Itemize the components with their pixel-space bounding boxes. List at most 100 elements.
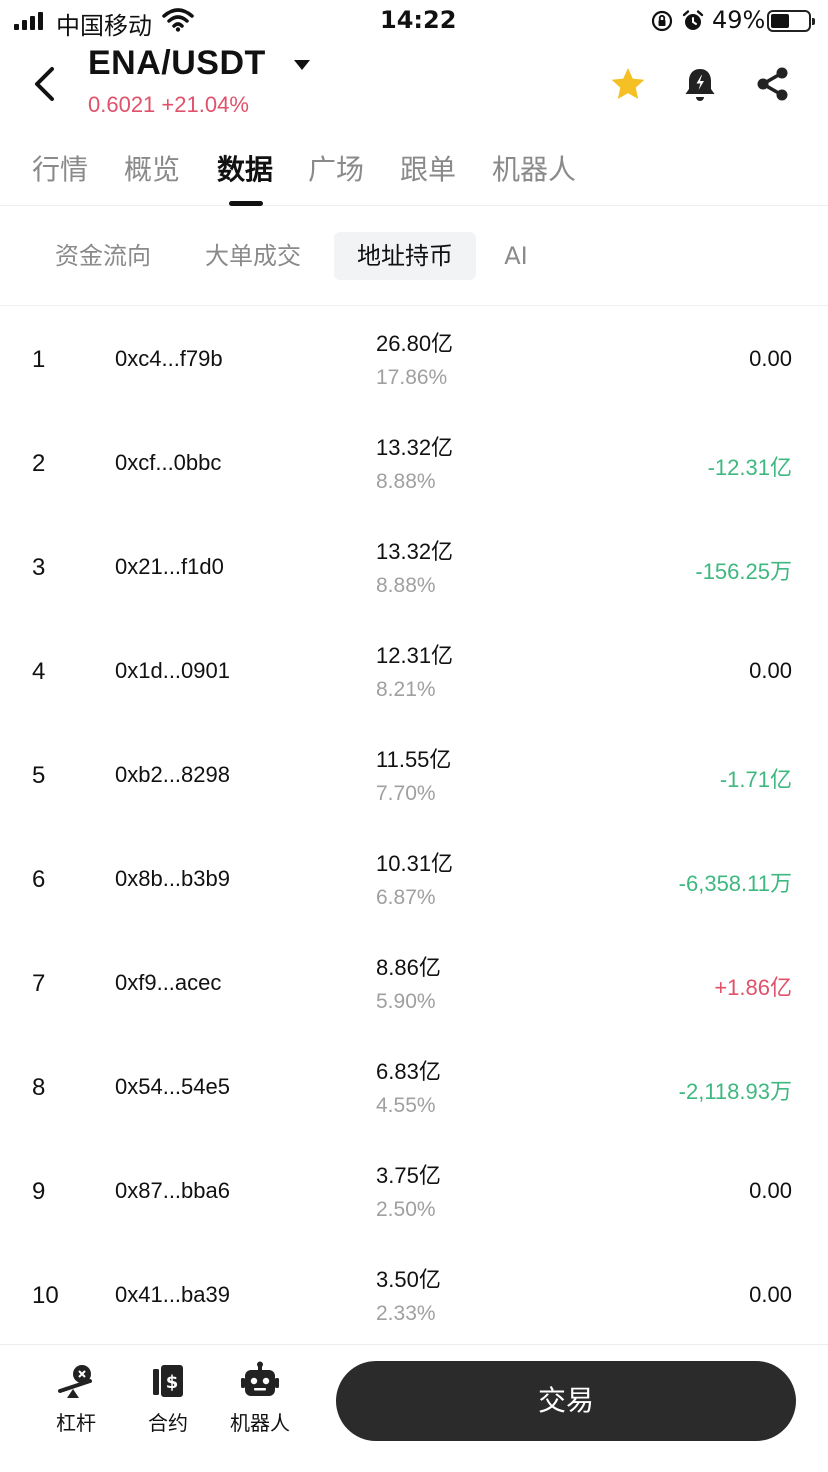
- leverage-icon: [58, 1365, 92, 1398]
- holder-share-percent: 17.86%: [376, 366, 448, 389]
- tab-overview[interactable]: 概览: [124, 148, 180, 188]
- holder-amount: 10.31亿: [376, 851, 454, 876]
- holder-share-percent: 8.21%: [376, 678, 436, 701]
- holder-row[interactable]: 5 0xb2...8298 11.55亿 7.70% -1.71亿: [0, 724, 828, 828]
- holder-row[interactable]: 3 0x21...f1d0 13.32亿 8.88% -156.25万: [0, 516, 828, 620]
- holder-row[interactable]: 1 0xc4...f79b 26.80亿 17.86% 0.00: [0, 308, 828, 412]
- tab-market[interactable]: 行情: [32, 148, 88, 188]
- holder-rank: 1: [32, 346, 46, 373]
- holder-amount: 12.31亿: [376, 643, 454, 668]
- price-change: +21.04%: [161, 92, 249, 117]
- holder-rank: 5: [32, 762, 46, 789]
- robot-icon: [241, 1361, 279, 1396]
- holder-rank: 9: [32, 1178, 46, 1205]
- holder-change: +1.86亿: [714, 975, 792, 1000]
- holder-amount: 3.50亿: [376, 1267, 441, 1292]
- tab-bots[interactable]: 机器人: [492, 148, 576, 188]
- holder-share-percent: 4.55%: [376, 1094, 436, 1117]
- battery-icon: [767, 10, 815, 32]
- holder-share-percent: 2.33%: [376, 1302, 436, 1325]
- holder-row[interactable]: 6 0x8b...b3b9 10.31亿 6.87% -6,358.11万: [0, 828, 828, 932]
- holder-address: 0x1d...0901: [115, 658, 230, 683]
- holder-change: 0.00: [749, 346, 792, 371]
- tab-data[interactable]: 数据: [217, 148, 273, 188]
- svg-text:$: $: [166, 1372, 179, 1393]
- holder-address: 0xcf...0bbc: [115, 450, 222, 475]
- holder-address: 0xf9...acec: [115, 970, 222, 995]
- contract-label: 合约: [148, 1411, 188, 1435]
- contract-button[interactable]: $ 合约: [122, 1361, 214, 1436]
- holder-address: 0x41...ba39: [115, 1282, 230, 1307]
- holder-change: 0.00: [749, 658, 792, 683]
- holder-share-percent: 6.87%: [376, 886, 436, 909]
- data-subtab-bar: 资金流向 大单成交 地址持币 AI: [0, 206, 828, 306]
- price-line: 0.6021 +21.04%: [88, 92, 249, 118]
- bots-button[interactable]: 机器人: [214, 1361, 306, 1436]
- trading-pair-title[interactable]: ENA/USDT: [88, 44, 266, 83]
- holder-row[interactable]: 9 0x87...bba6 3.75亿 2.50% 0.00: [0, 1140, 828, 1244]
- holder-rank: 4: [32, 658, 46, 685]
- holder-rank: 8: [32, 1074, 46, 1101]
- holder-address: 0x21...f1d0: [115, 554, 224, 579]
- last-price: 0.6021: [88, 92, 156, 117]
- trade-button[interactable]: 交易: [336, 1361, 796, 1441]
- status-bar: 中国移动 14:22 49%: [0, 0, 828, 44]
- signal-icon: [14, 12, 43, 30]
- holder-row[interactable]: 8 0x54...54e5 6.83亿 4.55% -2,118.93万: [0, 1036, 828, 1140]
- subtab-fund-flow[interactable]: 资金流向: [40, 232, 166, 280]
- holder-share-percent: 2.50%: [376, 1198, 436, 1221]
- holder-amount: 6.83亿: [376, 1059, 441, 1084]
- holder-share-percent: 7.70%: [376, 782, 436, 805]
- holder-address: 0x54...54e5: [115, 1074, 230, 1099]
- holder-amount: 3.75亿: [376, 1163, 441, 1188]
- subtab-large-orders[interactable]: 大单成交: [190, 232, 316, 280]
- holder-change: -6,358.11万: [678, 871, 792, 896]
- holder-address: 0x87...bba6: [115, 1178, 230, 1203]
- holder-share-percent: 8.88%: [376, 470, 436, 493]
- battery-percent: 49%: [712, 6, 766, 34]
- holder-amount: 13.32亿: [376, 539, 454, 564]
- holder-row[interactable]: 2 0xcf...0bbc 13.32亿 8.88% -12.31亿: [0, 412, 828, 516]
- leverage-button[interactable]: 杠杆: [30, 1361, 122, 1436]
- holder-list: 1 0xc4...f79b 26.80亿 17.86% 0.00 2 0xcf...0bbc…: [0, 308, 828, 1348]
- subtab-address-holdings[interactable]: 地址持币: [334, 232, 476, 280]
- pair-dropdown-icon[interactable]: [292, 58, 312, 72]
- holder-change: 0.00: [749, 1178, 792, 1203]
- contract-icon: $: [153, 1365, 183, 1397]
- holder-row[interactable]: 10 0x41...ba39 3.50亿 2.33% 0.00: [0, 1244, 828, 1348]
- tab-square[interactable]: 广场: [308, 148, 364, 188]
- holder-rank: 6: [32, 866, 46, 893]
- alarm-icon: [682, 10, 704, 30]
- holder-row[interactable]: 7 0xf9...acec 8.86亿 5.90% +1.86亿: [0, 932, 828, 1036]
- bots-label: 机器人: [230, 1411, 290, 1435]
- carrier-label: 中国移动: [56, 12, 152, 40]
- holder-rank: 2: [32, 450, 46, 477]
- holder-rank: 7: [32, 970, 46, 997]
- rotation-lock-icon: [651, 10, 673, 32]
- holder-share-percent: 5.90%: [376, 990, 436, 1013]
- holder-address: 0xc4...f79b: [115, 346, 223, 371]
- holder-change: -156.25万: [695, 559, 792, 584]
- clock: 14:22: [380, 6, 457, 34]
- holder-rank: 3: [32, 554, 46, 581]
- holder-change: -1.71亿: [719, 767, 792, 792]
- holder-share-percent: 8.88%: [376, 574, 436, 597]
- favorite-star-icon[interactable]: [609, 66, 647, 102]
- holder-change: 0.00: [749, 1282, 792, 1307]
- share-icon[interactable]: [754, 66, 790, 102]
- tab-copy-trading[interactable]: 跟单: [400, 148, 456, 188]
- holder-amount: 26.80亿: [376, 331, 454, 356]
- price-alert-bell-icon[interactable]: [682, 66, 718, 104]
- bottom-action-bar: 杠杆 $ 合约 机器人 交易: [0, 1344, 828, 1472]
- holder-row[interactable]: 4 0x1d...0901 12.31亿 8.21% 0.00: [0, 620, 828, 724]
- holder-change: -12.31亿: [707, 455, 792, 480]
- holder-amount: 8.86亿: [376, 955, 441, 980]
- holder-amount: 13.32亿: [376, 435, 454, 460]
- holder-address: 0x8b...b3b9: [115, 866, 230, 891]
- holder-change: -2,118.93万: [678, 1079, 792, 1104]
- leverage-label: 杠杆: [56, 1411, 96, 1435]
- back-arrow-icon[interactable]: [30, 66, 60, 102]
- wifi-icon: [162, 8, 194, 32]
- holder-amount: 11.55亿: [376, 747, 452, 772]
- subtab-ai[interactable]: AI: [492, 232, 540, 280]
